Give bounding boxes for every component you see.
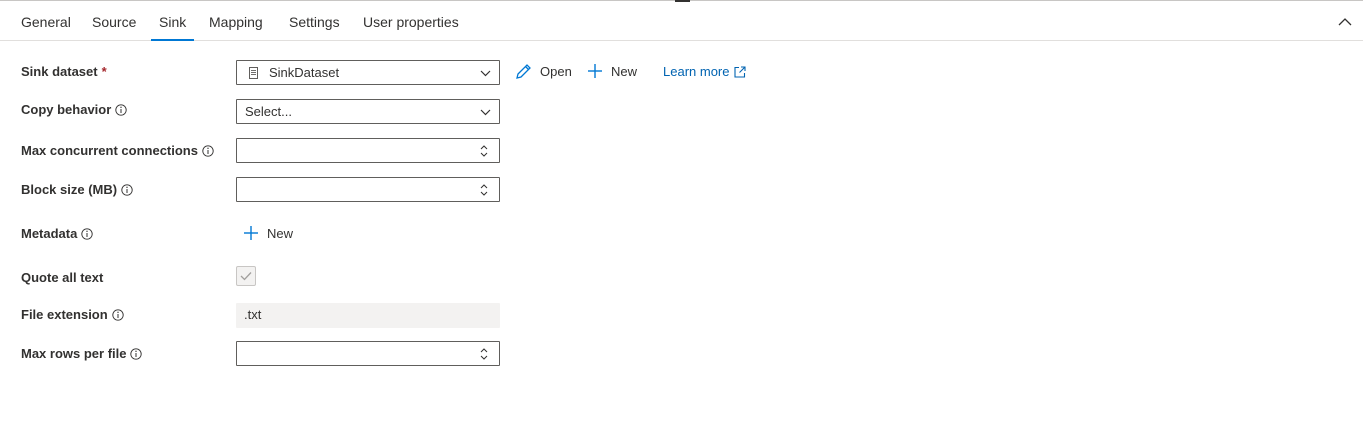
info-icon[interactable] [81,227,94,240]
max-rows-per-file-input[interactable] [236,341,500,366]
quote-all-text-label: Quote all text [21,270,103,285]
sink-dataset-label-text: Sink dataset [21,64,98,79]
tab-bar: General Source Sink Mapping Settings Use… [0,1,1363,41]
info-icon[interactable] [112,308,124,321]
new-dataset-label: New [611,63,638,79]
metadata-label: Metadata [21,226,94,241]
new-dataset-button[interactable]: New [587,63,637,79]
quote-all-text-label-text: Quote all text [21,270,104,285]
tab-mapping[interactable]: Mapping [209,1,263,41]
copy-behavior-dropdown[interactable]: Select... [236,99,500,124]
active-tab-indicator [151,39,194,41]
spinner-arrows-icon[interactable] [480,144,488,158]
spinner-arrows-icon[interactable] [480,347,488,361]
sink-dataset-dropdown[interactable]: SinkDataset [236,60,500,85]
sink-dataset-value: SinkDataset [269,65,340,80]
block-size-label-text: Block size (MB) [21,182,118,197]
file-extension-label-text: File extension [21,307,108,322]
learn-more-text: Learn more [663,64,730,79]
max-concurrent-label-text: Max concurrent connections [21,143,198,158]
file-extension-value: .txt [244,307,262,322]
copy-behavior-placeholder: Select... [245,104,292,119]
max-concurrent-connections-input[interactable] [236,138,500,163]
dataset-file-icon [249,67,258,79]
info-icon[interactable] [121,183,133,196]
quote-all-text-checkbox[interactable] [236,266,256,286]
block-size-label: Block size (MB) [21,182,133,197]
info-icon[interactable] [202,144,214,157]
new-metadata-label: New [267,225,294,241]
plus-icon [244,226,258,240]
open-button[interactable]: Open [515,63,572,80]
tab-settings[interactable]: Settings [289,1,340,41]
learn-more-link[interactable]: Learn more [663,64,747,79]
plus-icon [588,64,602,78]
block-size-input[interactable] [236,177,500,202]
copy-behavior-label-text: Copy behavior [21,102,112,117]
max-rows-label-text: Max rows per file [21,346,127,361]
metadata-label-text: Metadata [21,226,78,241]
external-link-icon [734,65,747,78]
info-icon[interactable] [130,347,143,360]
info-icon[interactable] [115,103,127,116]
collapse-up-icon[interactable] [1338,17,1352,27]
copy-behavior-label: Copy behavior [21,102,127,117]
new-metadata-button[interactable]: New [243,225,293,241]
pencil-icon [516,64,531,79]
chevron-down-icon [480,70,491,77]
tab-user-properties[interactable]: User properties [363,1,459,41]
chevron-down-icon [480,109,491,116]
file-extension-label: File extension [21,307,124,322]
open-button-label: Open [540,64,572,79]
required-mark: * [101,64,107,79]
file-extension-field: .txt [236,303,500,328]
max-rows-label: Max rows per file [21,346,143,361]
checkmark-icon [240,272,252,281]
max-concurrent-label: Max concurrent connections [21,143,214,158]
tab-source[interactable]: Source [92,1,136,41]
spinner-arrows-icon[interactable] [480,183,488,197]
sink-dataset-label: Sink dataset * [21,64,107,79]
tab-sink[interactable]: Sink [159,1,186,41]
tab-general[interactable]: General [21,1,71,41]
